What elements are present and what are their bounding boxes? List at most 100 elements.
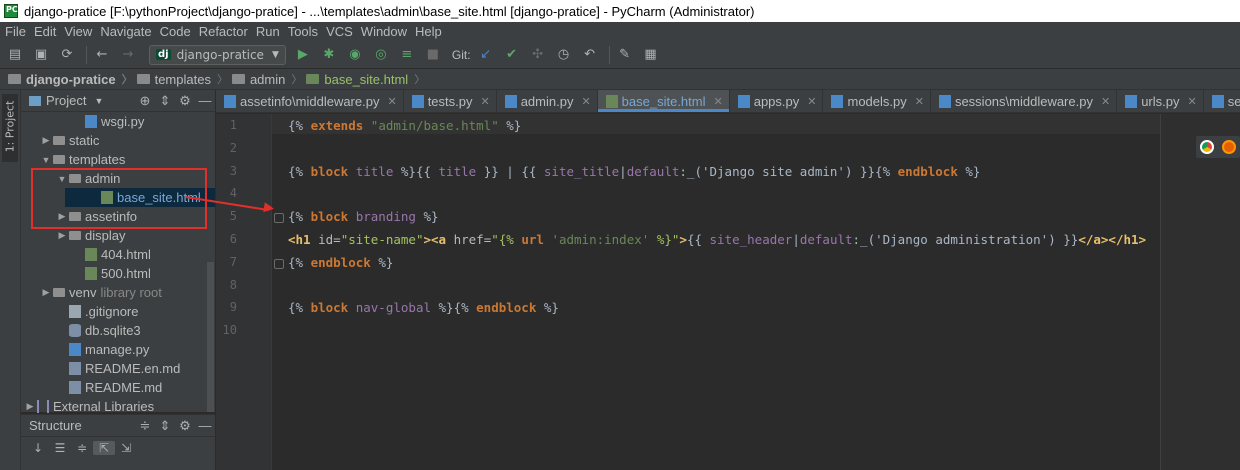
menu-tools[interactable]: Tools	[284, 24, 322, 39]
breadcrumb-file[interactable]: base_site.html 〉	[306, 71, 425, 87]
tree-item[interactable]: .gitignore	[21, 302, 215, 321]
run-icon[interactable]: ▶	[294, 46, 312, 64]
tree-item-label: wsgi.py	[101, 114, 145, 129]
tree-item[interactable]: 404.html	[21, 245, 215, 264]
gear-icon[interactable]: ⚙	[175, 93, 195, 109]
close-icon[interactable]: ✕	[714, 95, 723, 108]
project-tree-scrollbar[interactable]	[207, 262, 214, 412]
menu-navigate[interactable]: Navigate	[96, 24, 155, 39]
menu-edit[interactable]: Edit	[30, 24, 60, 39]
menu-file[interactable]: File	[0, 24, 30, 39]
firefox-icon[interactable]	[1222, 140, 1236, 154]
debug-icon[interactable]: ✱	[320, 46, 338, 64]
settings-wrench-icon[interactable]: ✎	[616, 46, 634, 64]
autoscroll-to-source-icon[interactable]: ⇱	[93, 441, 115, 455]
tree-item[interactable]: README.md	[21, 378, 215, 397]
menu-refactor[interactable]: Refactor	[195, 24, 252, 39]
chevron-down-icon[interactable]: ▼	[39, 155, 53, 165]
tree-item[interactable]: wsgi.py	[21, 112, 215, 131]
fold-marker-icon[interactable]	[274, 213, 284, 224]
menu-run[interactable]: Run	[252, 24, 284, 39]
menu-code[interactable]: Code	[156, 24, 195, 39]
breadcrumb-templates[interactable]: templates 〉	[136, 71, 228, 87]
chevron-right-icon[interactable]: ▶	[23, 401, 37, 412]
git-revert-icon[interactable]: ↶	[581, 46, 599, 64]
editor-tab[interactable]: base_site.html ✕	[597, 90, 730, 112]
close-icon[interactable]: ✕	[1101, 95, 1110, 108]
editor-tab[interactable]: sessions\middleware.py ✕	[931, 90, 1118, 112]
run-coverage-icon[interactable]: ◉	[346, 46, 364, 64]
breadcrumb-project[interactable]: django-pratice 〉	[8, 71, 133, 87]
breadcrumb-admin[interactable]: admin 〉	[231, 71, 302, 87]
sort-alpha-icon[interactable]: ↓	[27, 441, 49, 455]
editor-tab[interactable]: apps.py ✕	[730, 90, 824, 112]
menu-window[interactable]: Window	[357, 24, 411, 39]
structure-panel-title[interactable]: Structure	[29, 418, 82, 433]
tree-item[interactable]: ▶ venv library root	[21, 283, 215, 302]
git-history-icon[interactable]: ◷	[555, 46, 573, 64]
autoscroll-from-source-icon[interactable]: ⇲	[115, 441, 137, 455]
menu-vcs[interactable]: VCS	[322, 24, 357, 39]
close-icon[interactable]: ✕	[915, 95, 924, 108]
code-token: {%	[288, 163, 311, 179]
collapse-all-icon[interactable]: ⇕	[155, 418, 175, 434]
open-folder-icon[interactable]: ▤	[6, 46, 24, 64]
tree-item-label: README.en.md	[85, 361, 181, 376]
chevron-right-icon[interactable]: ▶	[55, 230, 69, 241]
expand-icon[interactable]: ☰	[49, 441, 71, 455]
tree-item[interactable]: 500.html	[21, 264, 215, 283]
profile-icon[interactable]: ◎	[372, 46, 390, 64]
editor-tab[interactable]: assetinfo\middleware.py ✕	[216, 90, 404, 112]
tree-item[interactable]: ▶ static	[21, 131, 215, 150]
collapse-icon[interactable]: ≑	[71, 441, 93, 455]
tree-item[interactable]: manage.py	[21, 340, 215, 359]
hide-panel-icon[interactable]: —	[195, 418, 215, 434]
forward-arrow-icon[interactable]: →	[119, 46, 137, 64]
project-tool-tab[interactable]: 1: Project	[2, 94, 18, 162]
concurrency-icon[interactable]: ≡	[398, 46, 416, 64]
code-token: url	[521, 232, 552, 247]
chevron-down-icon[interactable]: ▼	[94, 96, 103, 106]
tree-item[interactable]: ▼ templates	[21, 150, 215, 169]
chevron-right-icon[interactable]: ▶	[39, 135, 53, 146]
code-token: "admin/base.html"	[370, 118, 499, 133]
tree-item[interactable]: README.en.md	[21, 359, 215, 378]
line-number: 7	[229, 254, 237, 269]
code-token: %}	[415, 209, 439, 225]
git-compare-icon[interactable]: ✣	[529, 46, 547, 64]
chrome-icon[interactable]	[1200, 140, 1214, 154]
hide-panel-icon[interactable]: —	[195, 93, 215, 109]
menu-help[interactable]: Help	[411, 24, 446, 39]
editor-tab[interactable]: urls.py ✕	[1117, 90, 1204, 112]
editor-tab[interactable]: security.py✕	[1204, 90, 1240, 112]
expand-all-icon[interactable]: ≑	[135, 418, 155, 434]
chevron-right-icon[interactable]: ▶	[39, 287, 53, 298]
run-configuration-selector[interactable]: dj django-pratice ▼	[149, 44, 286, 65]
back-arrow-icon[interactable]: ←	[93, 46, 111, 64]
collapse-all-icon[interactable]: ⇕	[155, 93, 175, 109]
tree-item[interactable]: db.sqlite3	[21, 321, 215, 340]
py-file-icon	[411, 94, 424, 108]
editor-tab[interactable]: tests.py ✕	[404, 90, 497, 112]
code-token: {%	[288, 118, 311, 133]
sync-icon[interactable]: ⟳	[58, 46, 76, 64]
close-icon[interactable]: ✕	[1187, 95, 1196, 108]
save-all-icon[interactable]: ▣	[32, 46, 50, 64]
code-token: %}	[498, 118, 522, 133]
gear-icon[interactable]: ⚙	[175, 418, 195, 434]
scroll-from-source-icon[interactable]: ⊕	[135, 93, 155, 109]
close-icon[interactable]: ✕	[387, 95, 396, 108]
fold-marker-icon[interactable]	[274, 258, 284, 269]
project-structure-icon[interactable]: ▦	[642, 46, 660, 64]
code-token: "{%	[491, 232, 522, 247]
close-icon[interactable]: ✕	[807, 95, 816, 108]
git-commit-icon[interactable]: ✔	[503, 46, 521, 64]
editor-tab[interactable]: admin.py ✕	[497, 90, 598, 112]
git-update-icon[interactable]: ↙	[477, 46, 495, 64]
menu-view[interactable]: View	[60, 24, 96, 39]
close-icon[interactable]: ✕	[581, 95, 590, 108]
editor-tab[interactable]: models.py ✕	[823, 90, 931, 112]
project-panel-title[interactable]: Project	[46, 93, 86, 108]
stop-icon[interactable]: ■	[424, 46, 442, 64]
close-icon[interactable]: ✕	[480, 95, 489, 108]
